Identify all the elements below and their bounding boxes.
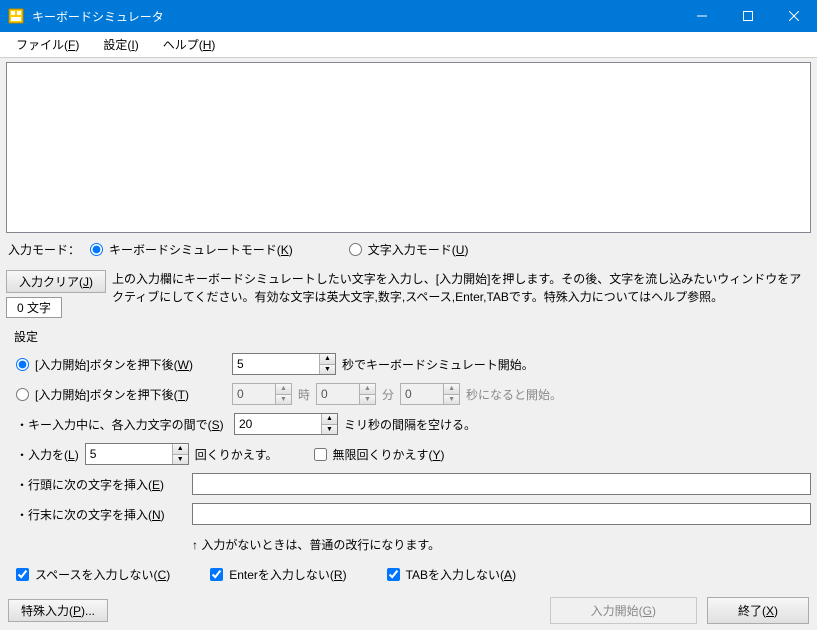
maximize-button[interactable] xyxy=(725,0,771,32)
spin-down-icon: ▼ xyxy=(360,395,375,405)
min-label: 分 xyxy=(382,386,394,403)
spin-up-icon: ▲ xyxy=(276,384,291,395)
delay-sec-spinner[interactable]: ▲ ▼ xyxy=(232,353,336,375)
spin-up-icon: ▲ xyxy=(444,384,459,395)
mode-charinput-input[interactable] xyxy=(349,243,362,256)
repeat-input[interactable] xyxy=(86,444,172,464)
delay-sec-suffix: 秒でキーボードシミュレート開始。 xyxy=(342,356,534,373)
input-mode-row: 入力モード： キーボードシミュレートモード(K) 文字入力モード(U) xyxy=(6,237,811,262)
suffix-label: ・行末に次の文字を挿入(N) xyxy=(16,506,186,523)
prefix-label: ・行頭に次の文字を挿入(E) xyxy=(16,476,186,493)
interval-row: ・キー入力中に、各入力文字の間で(S) ▲ ▼ ミリ秒の間隔を空ける。 xyxy=(16,411,811,437)
infinite-repeat-checkbox[interactable]: 無限回くりかえす(Y) xyxy=(314,446,445,463)
after-press-sec-radio[interactable]: [入力開始]ボタンを押下後(W) xyxy=(16,356,226,373)
delay-sec-input[interactable] xyxy=(233,354,319,374)
menu-help[interactable]: ヘルプ(H) xyxy=(151,34,228,55)
time-min-spinner: ▲ ▼ xyxy=(316,383,376,405)
repeat-spinner[interactable]: ▲ ▼ xyxy=(85,443,189,465)
input-mode-label: 入力モード： xyxy=(8,241,80,258)
spin-down-icon: ▼ xyxy=(444,395,459,405)
time-hour-input xyxy=(233,384,275,404)
special-input-button[interactable]: 特殊入力(P)... xyxy=(8,599,108,622)
time-hour-spinner: ▲ ▼ xyxy=(232,383,292,405)
skip-tab-checkbox[interactable]: TABを入力しない(A) xyxy=(387,566,516,583)
menubar: ファイル(F) 設定(I) ヘルプ(H) xyxy=(0,32,817,58)
window-controls xyxy=(679,0,817,32)
repeat-row: ・入力を(L) ▲ ▼ 回くりかえす。 無限回くりかえす(Y) xyxy=(16,441,811,467)
after-press-time-radio[interactable]: [入力開始]ボタンを押下後(T) xyxy=(16,386,226,403)
content-area: 入力モード： キーボードシミュレートモード(K) 文字入力モード(U) 入力クリ… xyxy=(0,58,817,630)
exit-button[interactable]: 終了(X) xyxy=(707,597,809,624)
spin-down-icon[interactable]: ▼ xyxy=(173,455,188,465)
suffix-hint-row: ↑ 入力がないときは、普通の改行になります。 xyxy=(16,531,811,557)
repeat-suffix: 回くりかえす。 xyxy=(195,446,278,463)
mode-charinput-radio[interactable]: 文字入力モード(U) xyxy=(349,241,469,258)
char-counter: 0 文字 xyxy=(6,297,62,318)
settings-panel: [入力開始]ボタンを押下後(W) ▲ ▼ 秒でキーボードシミュレート開始。 [入… xyxy=(16,347,811,591)
time-sec-input xyxy=(401,384,443,404)
skip-enter-checkbox[interactable]: Enterを入力しない(R) xyxy=(210,566,346,583)
window-title: キーボードシミュレータ xyxy=(32,8,679,25)
mode-simulate-radio[interactable]: キーボードシミュレートモード(K) xyxy=(90,241,293,258)
spin-up-icon: ▲ xyxy=(360,384,375,395)
help-text: 上の入力欄にキーボードシミュレートしたい文字を入力し、[入力開始]を押します。そ… xyxy=(112,270,811,306)
suffix-input[interactable] xyxy=(192,503,811,525)
menu-file[interactable]: ファイル(F) xyxy=(4,34,91,55)
spin-down-icon[interactable]: ▼ xyxy=(320,365,335,375)
spin-up-icon[interactable]: ▲ xyxy=(173,444,188,455)
titlebar: キーボードシミュレータ xyxy=(0,0,817,32)
after-press-time-input[interactable] xyxy=(16,388,29,401)
interval-input[interactable] xyxy=(235,414,321,434)
prefix-input[interactable] xyxy=(192,473,811,495)
menu-settings[interactable]: 設定(I) xyxy=(91,34,150,55)
spin-up-icon[interactable]: ▲ xyxy=(322,414,337,425)
repeat-label: ・入力を(L) xyxy=(16,446,79,463)
time-sec-spinner: ▲ ▼ xyxy=(400,383,460,405)
time-min-input xyxy=(317,384,359,404)
after-press-sec-input[interactable] xyxy=(16,358,29,371)
after-press-sec-row: [入力開始]ボタンを押下後(W) ▲ ▼ 秒でキーボードシミュレート開始。 xyxy=(16,351,811,377)
spin-down-icon[interactable]: ▼ xyxy=(322,425,337,435)
interval-spinner[interactable]: ▲ ▼ xyxy=(234,413,338,435)
spin-down-icon: ▼ xyxy=(276,395,291,405)
suffix-row: ・行末に次の文字を挿入(N) xyxy=(16,501,811,527)
skip-tab-input[interactable] xyxy=(387,568,400,581)
interval-suffix: ミリ秒の間隔を空ける。 xyxy=(344,416,476,433)
infinite-repeat-input[interactable] xyxy=(314,448,327,461)
app-icon xyxy=(8,8,24,24)
input-textarea-wrap xyxy=(6,62,811,233)
hour-label: 時 xyxy=(298,386,310,403)
skip-options-row: スペースを入力しない(C) Enterを入力しない(R) TABを入力しない(A… xyxy=(16,561,811,587)
mode-simulate-input[interactable] xyxy=(90,243,103,256)
clear-help-row: 入力クリア(J) 0 文字 上の入力欄にキーボードシミュレートしたい文字を入力し… xyxy=(6,270,811,318)
sec-suffix: 秒になると開始。 xyxy=(466,386,562,403)
close-button[interactable] xyxy=(771,0,817,32)
skip-space-checkbox[interactable]: スペースを入力しない(C) xyxy=(16,566,170,583)
skip-enter-input[interactable] xyxy=(210,568,223,581)
suffix-hint: ↑ 入力がないときは、普通の改行になります。 xyxy=(192,536,440,553)
skip-space-input[interactable] xyxy=(16,568,29,581)
interval-label: ・キー入力中に、各入力文字の間で(S) xyxy=(16,416,228,433)
clear-input-button[interactable]: 入力クリア(J) xyxy=(6,270,106,293)
prefix-row: ・行頭に次の文字を挿入(E) xyxy=(16,471,811,497)
after-press-time-row: [入力開始]ボタンを押下後(T) ▲ ▼ 時 ▲ ▼ 分 xyxy=(16,381,811,407)
minimize-button[interactable] xyxy=(679,0,725,32)
spin-up-icon[interactable]: ▲ xyxy=(320,354,335,365)
start-button[interactable]: 入力開始(G) xyxy=(550,597,697,624)
settings-header: 設定 xyxy=(14,328,811,345)
input-textarea[interactable] xyxy=(7,63,810,232)
bottom-bar: 特殊入力(P)... 入力開始(G) 終了(X) xyxy=(6,591,811,624)
